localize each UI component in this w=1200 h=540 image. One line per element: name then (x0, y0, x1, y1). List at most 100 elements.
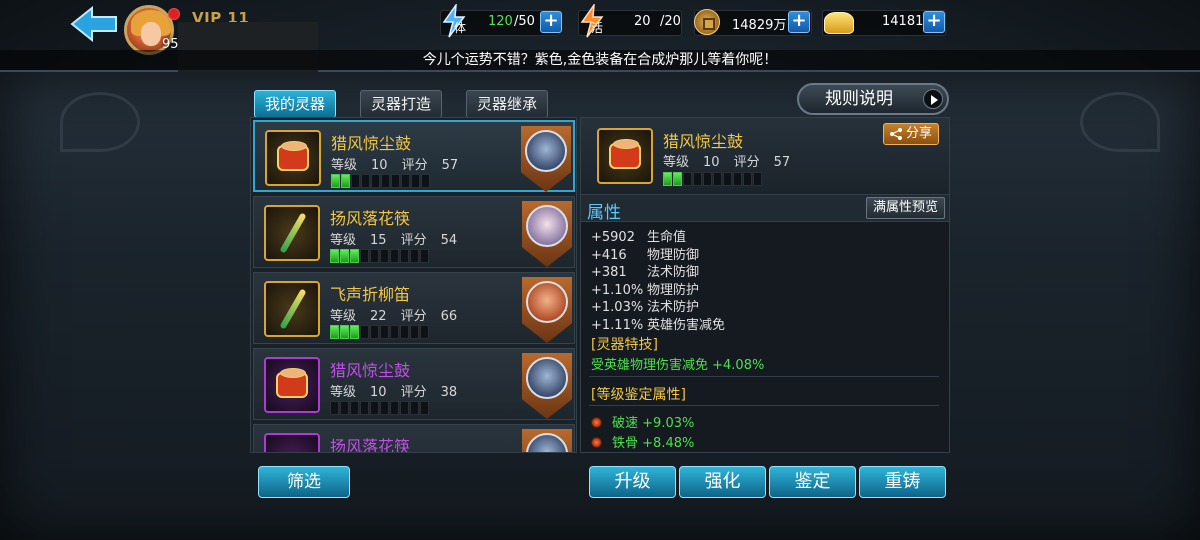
quality-bar-segment (410, 325, 419, 339)
item-stats: 等级 10 评分 38 (330, 385, 458, 400)
notification-dot (168, 8, 180, 20)
item-level: 10 (370, 385, 387, 400)
quality-bar-segment (411, 174, 420, 188)
quality-bar-segment (380, 249, 389, 263)
quality-bar-segment (331, 174, 340, 188)
vitality-value: 20 (634, 14, 651, 29)
stamina-resource: 体 120 /50 + (440, 4, 565, 38)
attributes-header: 属性 满属性预览 (581, 194, 949, 223)
filter-button[interactable]: 筛选 (258, 466, 350, 498)
quality-bar-segment (693, 172, 702, 186)
detail-score: 57 (773, 155, 791, 170)
item-score: 54 (440, 233, 458, 248)
quality-bar-segment (390, 325, 399, 339)
quality-bar-segment (360, 325, 369, 339)
quality-bar-segment (683, 172, 692, 186)
tab-my-artifacts[interactable]: 我的灵器 (254, 90, 337, 118)
arrow-right-icon (923, 89, 943, 109)
hero-portrait-badge (521, 126, 571, 192)
quality-bar-segment (401, 174, 410, 188)
quality-bar-segment (743, 172, 752, 186)
quality-bar-segment (400, 325, 409, 339)
quality-bar-segment (370, 401, 379, 415)
chopsticks-icon (264, 433, 320, 452)
drum-icon (265, 130, 321, 186)
quality-bar-segment (350, 401, 359, 415)
stamina-max: /50 (514, 14, 535, 29)
quality-bar-segment (340, 325, 349, 339)
stamina-icon: 体 (442, 4, 466, 38)
attributes-title: 属性 (587, 203, 621, 223)
list-item[interactable]: 猎风惊尘鼓 等级 10 评分 38 (253, 348, 575, 420)
quality-bar-segment (391, 174, 400, 188)
list-item[interactable]: 扬风落花筷 等级 15 评分 54 (253, 196, 575, 268)
hero-portrait-badge (522, 429, 572, 452)
rules-label: 规则说明 (825, 89, 893, 109)
detail-name: 猎风惊尘鼓 (663, 132, 744, 151)
tab-artifact-forge[interactable]: 灵器打造 (360, 90, 443, 118)
share-icon (889, 128, 902, 140)
divider (589, 376, 939, 377)
chopsticks-icon (264, 205, 320, 261)
quality-bar-segment (340, 249, 349, 263)
stamina-value: 120 (488, 14, 513, 29)
quality-bars (663, 172, 763, 186)
detail-level: 10 (703, 155, 720, 170)
frame-ornament (1080, 92, 1160, 152)
quality-bar-segment (351, 174, 360, 188)
share-label: 分享 (905, 126, 932, 141)
quality-bar-segment (360, 249, 369, 263)
appraise-button[interactable]: 鉴定 (769, 466, 856, 498)
quality-bar-segment (400, 401, 409, 415)
share-button[interactable]: 分享 (882, 123, 939, 145)
item-name: 扬风落花筷 (330, 437, 411, 453)
item-stats: 等级 15 评分 54 (330, 233, 458, 248)
quality-bars (330, 249, 430, 263)
rules-button[interactable]: 规则说明 (797, 83, 949, 115)
quality-bar-segment (703, 172, 712, 186)
item-name: 扬风落花筷 (330, 209, 411, 228)
add-stamina-button[interactable]: + (540, 11, 562, 33)
item-name: 飞声折柳笛 (330, 285, 411, 304)
vitality-icon: 活 (580, 4, 604, 38)
quality-bars (330, 325, 430, 339)
quality-bar-segment (371, 174, 380, 188)
item-level: 10 (371, 158, 388, 173)
attribute-row: +1.03% 法术防护 (591, 300, 700, 315)
hero-portrait-badge (522, 277, 572, 343)
quality-bar-segment (370, 325, 379, 339)
item-level: 22 (370, 309, 387, 324)
attribute-row: +1.10% 物理防护 (591, 282, 700, 298)
appraise-title: [等级鉴定属性] (591, 387, 686, 403)
top-bar: VIP 11 95 体 120 /50 + 活 20 /20 14829万 + … (0, 0, 1200, 72)
copper-value: 14829万 (732, 18, 787, 33)
attribute-list: +5902 生命值 +416 物理防御 +381 法术防御 +1.10% 物理防护 +1… (591, 226, 725, 333)
upgrade-button[interactable]: 升级 (589, 466, 676, 498)
quality-bar-segment (410, 249, 419, 263)
recast-button[interactable]: 重铸 (859, 466, 946, 498)
gold-ingot-icon (824, 12, 854, 34)
tab-artifact-inherit[interactable]: 灵器继承 (466, 90, 549, 118)
frame-ornament (60, 92, 140, 152)
skill-text: 受英雄物理伤害减免 +4.08% (591, 358, 765, 373)
add-gold-button[interactable]: + (923, 11, 945, 33)
full-attributes-preview-button[interactable]: 满属性预览 (865, 197, 945, 219)
quality-bar-segment (341, 174, 350, 188)
artifact-list[interactable]: 猎风惊尘鼓 等级 10 评分 57 扬风落花筷 等级 15 评分 54 飞声折柳笛 等级 22… (250, 117, 577, 453)
add-copper-button[interactable]: + (788, 11, 810, 33)
quality-bar-segment (713, 172, 722, 186)
enhance-button[interactable]: 强化 (679, 466, 766, 498)
list-item[interactable]: 扬风落花筷 (253, 424, 575, 453)
attribute-row: +5902 生命值 (591, 230, 687, 245)
back-button[interactable] (70, 5, 120, 43)
quality-bar-segment (361, 174, 370, 188)
quality-bar-segment (663, 172, 672, 186)
quality-bar-segment (753, 172, 762, 186)
flute-icon (264, 281, 320, 337)
svg-text:活: 活 (591, 21, 603, 35)
list-item[interactable]: 猎风惊尘鼓 等级 10 评分 57 (253, 120, 575, 192)
list-item[interactable]: 飞声折柳笛 等级 22 评分 66 (253, 272, 575, 344)
hero-portrait-badge (522, 201, 572, 267)
item-level: 15 (370, 233, 387, 248)
quality-bar-segment (380, 325, 389, 339)
